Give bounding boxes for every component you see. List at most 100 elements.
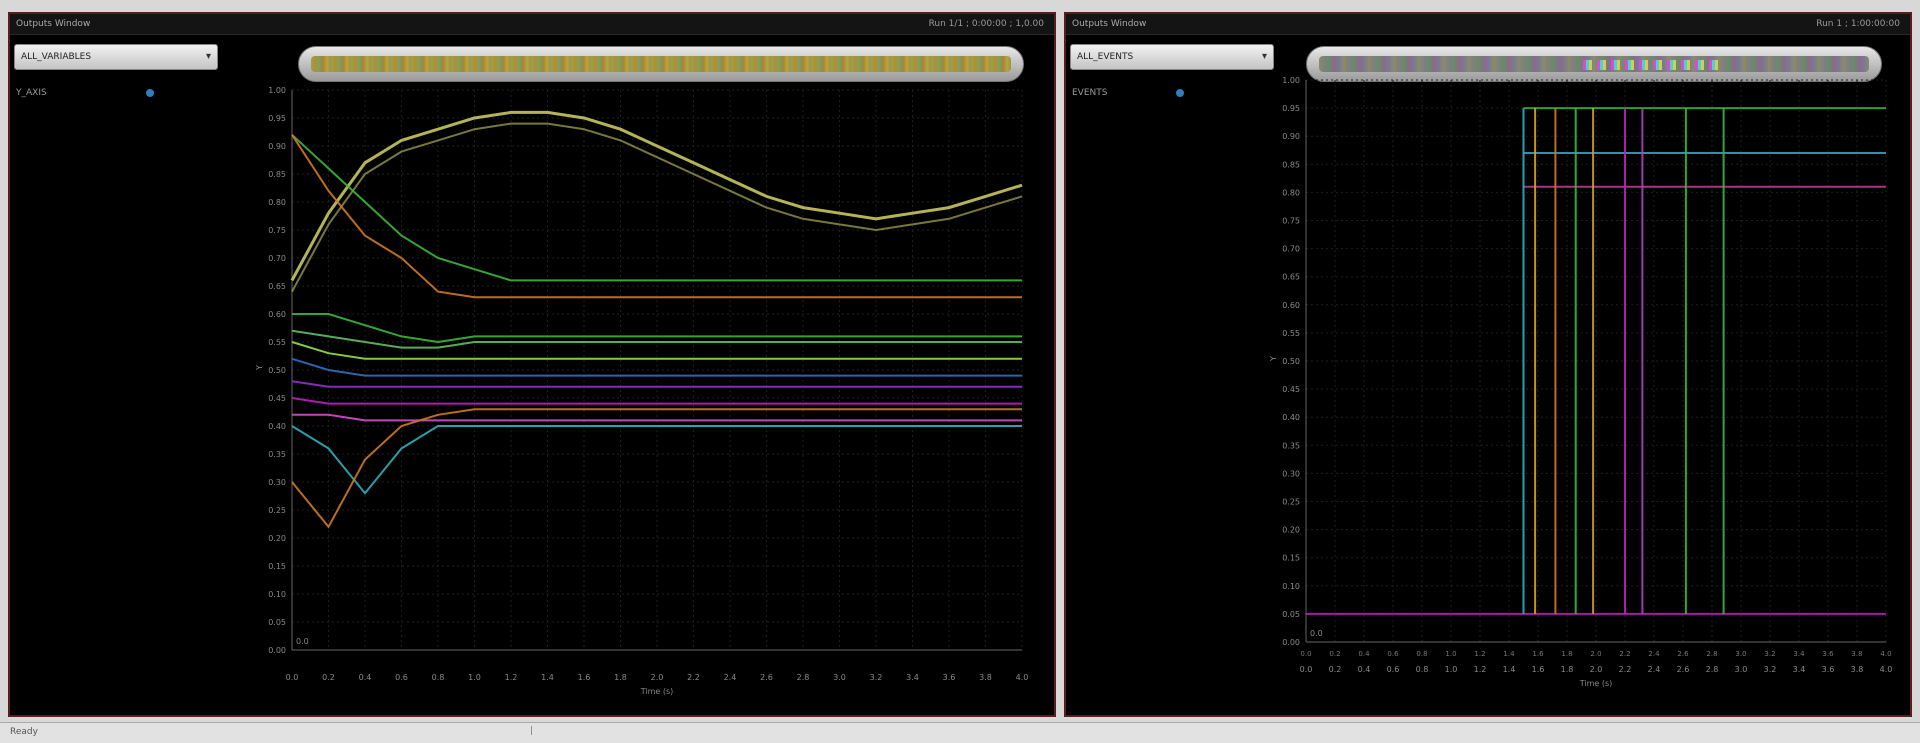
- x-tick-label: 2.2: [1619, 665, 1632, 674]
- y-tick-label: 0.60: [268, 310, 286, 319]
- y-tick-label: 0.05: [268, 618, 286, 627]
- series-line: [291, 380, 1022, 388]
- y-tick-label: 0.75: [268, 226, 286, 235]
- x-tick-label: 0.4: [1358, 665, 1371, 674]
- x-tick-label: 2.6: [1677, 665, 1690, 674]
- y-tick-label: 0.35: [1282, 441, 1300, 450]
- outputs-panel-right: Outputs Window Run 1 ; 1:00:00:00 ALL_EV…: [1064, 12, 1912, 717]
- y-tick-label: 0.90: [1282, 132, 1300, 141]
- x-tick-label: 2.4: [1648, 665, 1661, 674]
- y-tick-label: 1.00: [268, 86, 286, 95]
- y-tick-label: 0.80: [1282, 188, 1300, 197]
- x-tick-label-secondary: 3.2: [1764, 650, 1775, 658]
- y-tick-label: 0.25: [1282, 498, 1300, 507]
- x-tick-label: 3.0: [1735, 665, 1748, 674]
- line-chart-left[interactable]: 1.00 0.95 0.90 0.85 0.80 0.75 0.70 0.65 0.60 0.55…: [10, 14, 1054, 715]
- x-tick-label: 1.0: [468, 673, 481, 682]
- y-tick-label: 0.65: [268, 282, 286, 291]
- x-tick-label: 2.8: [1706, 665, 1719, 674]
- y-tick-label: 0.55: [268, 338, 286, 347]
- x-tick-label-secondary: 0.4: [1358, 650, 1370, 658]
- x-tick-label: 0.0: [1300, 665, 1313, 674]
- x-tick-label: 0.6: [395, 673, 408, 682]
- y-tick-label: 0.70: [1282, 245, 1300, 254]
- y-tick-label: 0.50: [1282, 357, 1300, 366]
- x-tick-label: 1.4: [1503, 665, 1516, 674]
- y-tick-label: 0.15: [1282, 554, 1300, 563]
- x-tick-label-secondary: 3.4: [1793, 650, 1805, 658]
- y-tick-label: 0.10: [268, 590, 286, 599]
- y-tick-label: 0.95: [268, 114, 286, 123]
- x-tick-label-secondary: 3.6: [1822, 650, 1834, 658]
- y-tick-label: 0.70: [268, 254, 286, 263]
- x-tick-label-secondary: 2.4: [1648, 650, 1660, 658]
- x-tick-label: 1.2: [505, 673, 518, 682]
- x-tick-label: 3.6: [943, 673, 956, 682]
- outputs-panel-left: Outputs Window Run 1/1 ; 0:00:00 ; 1,0.0…: [8, 12, 1056, 717]
- x-tick-label-secondary: 0.0: [1300, 650, 1311, 658]
- y-tick-label: 0.55: [1282, 329, 1300, 338]
- y-tick-label: 0.25: [268, 506, 286, 515]
- x-tick-label: 3.6: [1822, 665, 1835, 674]
- x-tick-label: 1.4: [541, 673, 554, 682]
- y-tick-label: 0.75: [1282, 217, 1300, 226]
- y-tick-label: 0.35: [268, 450, 286, 459]
- origin-label: 0.0: [1310, 629, 1323, 638]
- y-tick-label: 0.85: [1282, 160, 1300, 169]
- x-tick-label: 3.2: [870, 673, 883, 682]
- y-tick-label: 1.00: [1282, 76, 1300, 85]
- x-tick-label: 2.0: [1590, 665, 1603, 674]
- series-line: [292, 313, 1022, 344]
- x-tick-label: 2.4: [724, 673, 737, 682]
- status-text: Ready: [10, 727, 38, 737]
- y-tick-label: 0.45: [268, 394, 286, 403]
- x-tick-label-secondary: 2.6: [1677, 650, 1689, 658]
- y-tick-label: 0.05: [1282, 610, 1300, 619]
- x-tick-label: 2.0: [651, 673, 664, 682]
- x-tick-label-secondary: 1.6: [1532, 650, 1544, 658]
- y-tick-label: 0.40: [268, 422, 286, 431]
- y-tick-label: 0.40: [1282, 413, 1300, 422]
- x-tick-label: 0.6: [1387, 665, 1400, 674]
- x-tick-label-secondary: 0.2: [1329, 650, 1340, 658]
- y-tick-label: 0.20: [1282, 526, 1300, 535]
- y-tick-label: 0.20: [268, 534, 286, 543]
- x-tick-label-secondary: 2.0: [1590, 650, 1601, 658]
- x-tick-label-secondary: 2.2: [1619, 650, 1630, 658]
- y-tick-label: 0.60: [1282, 301, 1300, 310]
- y-tick-label: 0.15: [268, 562, 286, 571]
- x-tick-label-secondary: 0.8: [1416, 650, 1427, 658]
- x-tick-label-secondary: 3.8: [1851, 650, 1862, 658]
- x-tick-label: 3.0: [833, 673, 846, 682]
- y-tick-label: 0.00: [1282, 638, 1300, 647]
- y-tick-label: 0.45: [1282, 385, 1300, 394]
- y-tick-label: 0.00: [268, 646, 286, 655]
- x-tick-label: 2.2: [687, 673, 700, 682]
- x-axis-label: Time (s): [640, 687, 674, 696]
- x-tick-label: 4.0: [1880, 665, 1893, 674]
- x-tick-label-secondary: 4.0: [1880, 650, 1891, 658]
- x-tick-label: 1.8: [614, 673, 627, 682]
- x-tick-label: 3.4: [906, 673, 919, 682]
- x-tick-label-secondary: 2.8: [1706, 650, 1717, 658]
- x-tick-label: 2.8: [797, 673, 810, 682]
- y-tick-label: 0.10: [1282, 582, 1300, 591]
- x-tick-label: 0.2: [1329, 665, 1342, 674]
- status-bar: Ready |: [0, 722, 1920, 743]
- x-tick-label: 3.2: [1764, 665, 1777, 674]
- x-tick-label: 1.2: [1474, 665, 1487, 674]
- x-tick-label: 3.8: [1851, 665, 1864, 674]
- x-tick-label: 1.6: [1532, 665, 1545, 674]
- x-tick-label: 1.6: [578, 673, 591, 682]
- y-tick-label: 0.95: [1282, 104, 1300, 113]
- y-tick-label: 0.50: [268, 366, 286, 375]
- y-tick-label: 0.65: [1282, 273, 1300, 282]
- event-chart-right[interactable]: 1.00 0.95 0.90 0.85 0.80 0.75 0.70 0.65 0.60 0.55…: [1066, 14, 1910, 715]
- x-tick-label: 0.2: [322, 673, 335, 682]
- x-tick-label: 1.0: [1445, 665, 1458, 674]
- y-axis-label: Y: [255, 365, 264, 371]
- x-tick-label: 0.4: [359, 673, 372, 682]
- y-tick-label: 0.85: [268, 170, 286, 179]
- y-tick-label: 0.80: [268, 198, 286, 207]
- y-tick-label: 0.30: [268, 478, 286, 487]
